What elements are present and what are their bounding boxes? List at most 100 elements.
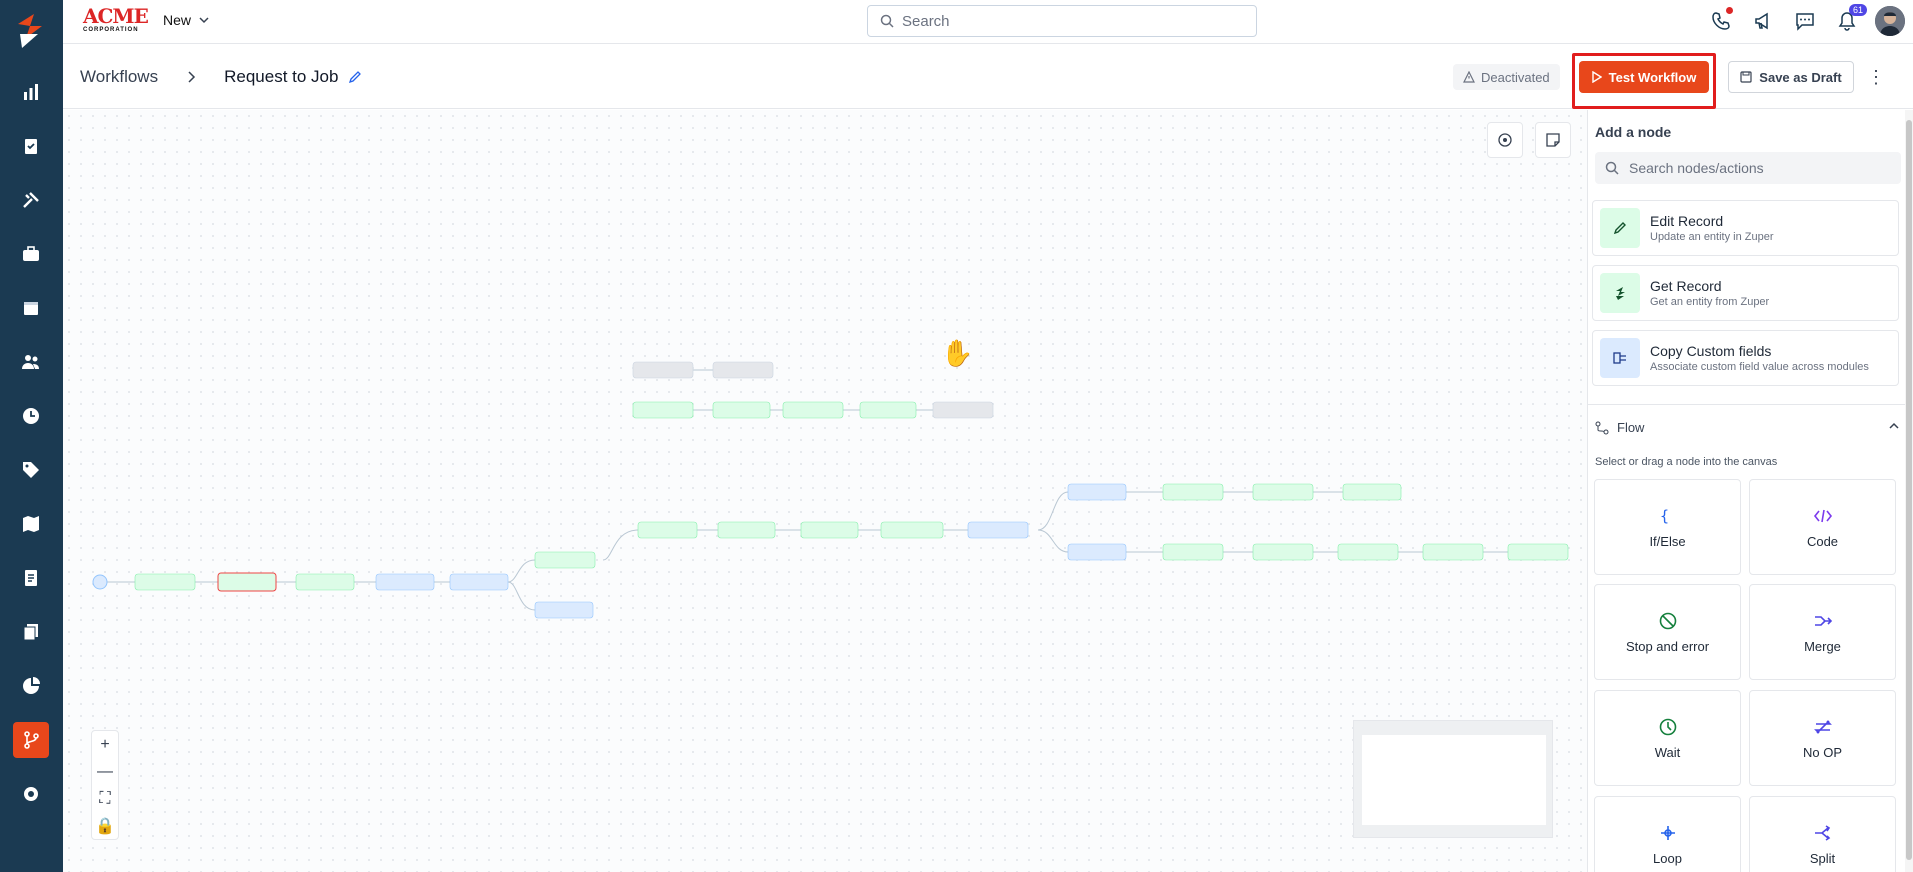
graph-nodes — [92, 361, 1569, 619]
nav-briefcase-icon[interactable] — [13, 236, 49, 272]
save-as-draft-label: Save as Draft — [1759, 69, 1842, 85]
node-search-input[interactable]: Search nodes/actions — [1595, 152, 1901, 184]
merge-icon — [1814, 615, 1832, 626]
minimap-viewport — [1362, 735, 1546, 825]
more-options-icon[interactable]: ⋮ — [1866, 65, 1886, 89]
no-op-icon — [1813, 719, 1832, 734]
brand-logo[interactable]: ACME CORPORATION — [83, 4, 149, 36]
loop-tile[interactable]: Loop — [1594, 796, 1741, 872]
notification-count: 61 — [1848, 4, 1867, 16]
test-workflow-button[interactable]: Test Workflow — [1579, 61, 1709, 93]
tile-label: If/Else — [1649, 533, 1686, 549]
zuper-bolt-icon — [1600, 273, 1640, 313]
stop-and-error-tile[interactable]: Stop and error — [1594, 584, 1741, 680]
tile-label: Loop — [1653, 850, 1682, 866]
breadcrumb: Workflows Request to Job — [80, 67, 362, 87]
megaphone-icon[interactable] — [1749, 7, 1777, 35]
nav-map-icon[interactable] — [13, 506, 49, 542]
code-icon — [1813, 509, 1832, 522]
copy-fields-icon — [1600, 338, 1640, 378]
fit-view-icon[interactable]: ⛶ — [92, 785, 118, 812]
breadcrumb-workflows[interactable]: Workflows — [80, 67, 158, 87]
zoom-in-icon[interactable]: + — [92, 731, 118, 758]
app-logo-icon[interactable] — [12, 12, 50, 50]
card-subtitle: Update an entity in Zuper — [1650, 231, 1774, 243]
stop-icon — [1659, 612, 1676, 629]
search-icon — [880, 14, 894, 28]
edit-record-card[interactable]: Edit Record Update an entity in Zuper — [1592, 200, 1899, 256]
nav-invoice-icon[interactable] — [13, 560, 49, 596]
search-icon — [1605, 161, 1619, 175]
panel-scrollbar[interactable] — [1905, 110, 1913, 872]
loop-icon — [1660, 825, 1675, 840]
chevron-right-icon — [188, 71, 196, 83]
merge-tile[interactable]: Merge — [1749, 584, 1896, 680]
nav-tools-icon[interactable] — [13, 182, 49, 218]
nav-settings-icon[interactable] — [13, 776, 49, 812]
divider — [1588, 404, 1913, 405]
scrollbar-thumb[interactable] — [1906, 120, 1912, 860]
flow-title: Flow — [1617, 420, 1645, 435]
tile-label: Stop and error — [1625, 638, 1710, 654]
bell-icon[interactable]: 61 — [1833, 4, 1867, 35]
hand-cursor-icon: ✋ — [941, 338, 974, 368]
tile-label: Split — [1809, 850, 1836, 866]
user-avatar[interactable] — [1875, 6, 1905, 36]
minimap[interactable] — [1353, 720, 1553, 838]
workflow-title: Request to Job — [224, 67, 339, 86]
zoom-out-icon[interactable]: — — [92, 758, 118, 785]
sidebar — [0, 0, 63, 872]
no-op-tile[interactable]: No OP — [1749, 690, 1896, 786]
copy-custom-fields-card[interactable]: Copy Custom fields Associate custom field… — [1592, 330, 1899, 386]
save-icon — [1740, 71, 1752, 83]
save-as-draft-button[interactable]: Save as Draft — [1728, 61, 1854, 93]
nav-calendar-icon[interactable] — [13, 290, 49, 326]
nav-reports-icon[interactable] — [13, 668, 49, 704]
nav-documents-icon[interactable] — [13, 614, 49, 650]
status-badge: Deactivated — [1453, 64, 1560, 90]
card-title: Edit Record — [1650, 213, 1724, 229]
edit-pencil-icon[interactable] — [348, 70, 362, 84]
play-icon — [1591, 71, 1602, 83]
clock-icon — [1659, 718, 1676, 735]
warning-icon — [1463, 71, 1475, 83]
nav-jobs-icon[interactable] — [13, 128, 49, 164]
search-placeholder: Search — [902, 12, 950, 30]
lock-icon[interactable]: 🔒 — [92, 812, 118, 839]
phone-badge — [1726, 7, 1733, 14]
add-node-panel: Add a node Search nodes/actions Edit Rec… — [1587, 110, 1913, 872]
nav-dashboard-icon[interactable] — [13, 74, 49, 110]
test-workflow-label: Test Workflow — [1608, 69, 1697, 85]
brand-name: ACME — [83, 4, 149, 28]
workflow-header: Workflows Request to Job Deactivated Tes… — [63, 45, 1913, 109]
phone-icon[interactable] — [1707, 7, 1735, 35]
split-tile[interactable]: Split — [1749, 796, 1896, 872]
status-text: Deactivated — [1481, 69, 1550, 85]
flow-section-header[interactable]: Flow — [1595, 420, 1900, 435]
top-icons: 61 — [1707, 4, 1905, 36]
nav-customers-icon[interactable] — [13, 344, 49, 380]
card-subtitle: Get an entity from Zuper — [1650, 296, 1770, 308]
card-title: Copy Custom fields — [1650, 343, 1772, 359]
chat-icon[interactable] — [1791, 7, 1819, 35]
new-label: New — [163, 12, 192, 28]
get-record-card[interactable]: Get Record Get an entity from Zuper — [1592, 265, 1899, 321]
global-search-input[interactable]: Search — [867, 5, 1257, 37]
nav-tag-icon[interactable] — [13, 452, 49, 488]
tile-label: Code — [1806, 533, 1839, 549]
brand-subtitle: CORPORATION — [83, 27, 139, 33]
new-dropdown[interactable]: New — [163, 12, 209, 28]
nav-workflows-icon[interactable] — [13, 722, 49, 758]
zoom-controls: + — ⛶ 🔒 — [91, 730, 119, 840]
panel-title: Add a node — [1595, 124, 1672, 140]
wait-tile[interactable]: Wait — [1594, 690, 1741, 786]
nav-timesheet-icon[interactable] — [13, 398, 49, 434]
chevron-up-icon[interactable] — [1888, 420, 1900, 432]
svg-text:{ }: { } — [1660, 507, 1678, 525]
workflow-canvas[interactable]: ✋ + — ⛶ 🔒 — [63, 110, 1587, 872]
tile-label: Merge — [1804, 638, 1841, 654]
card-title: Get Record — [1650, 278, 1722, 294]
if-else-tile[interactable]: { } If/Else — [1594, 479, 1741, 575]
code-tile[interactable]: Code — [1749, 479, 1896, 575]
flow-subtitle: Select or drag a node into the canvas — [1595, 456, 1778, 468]
